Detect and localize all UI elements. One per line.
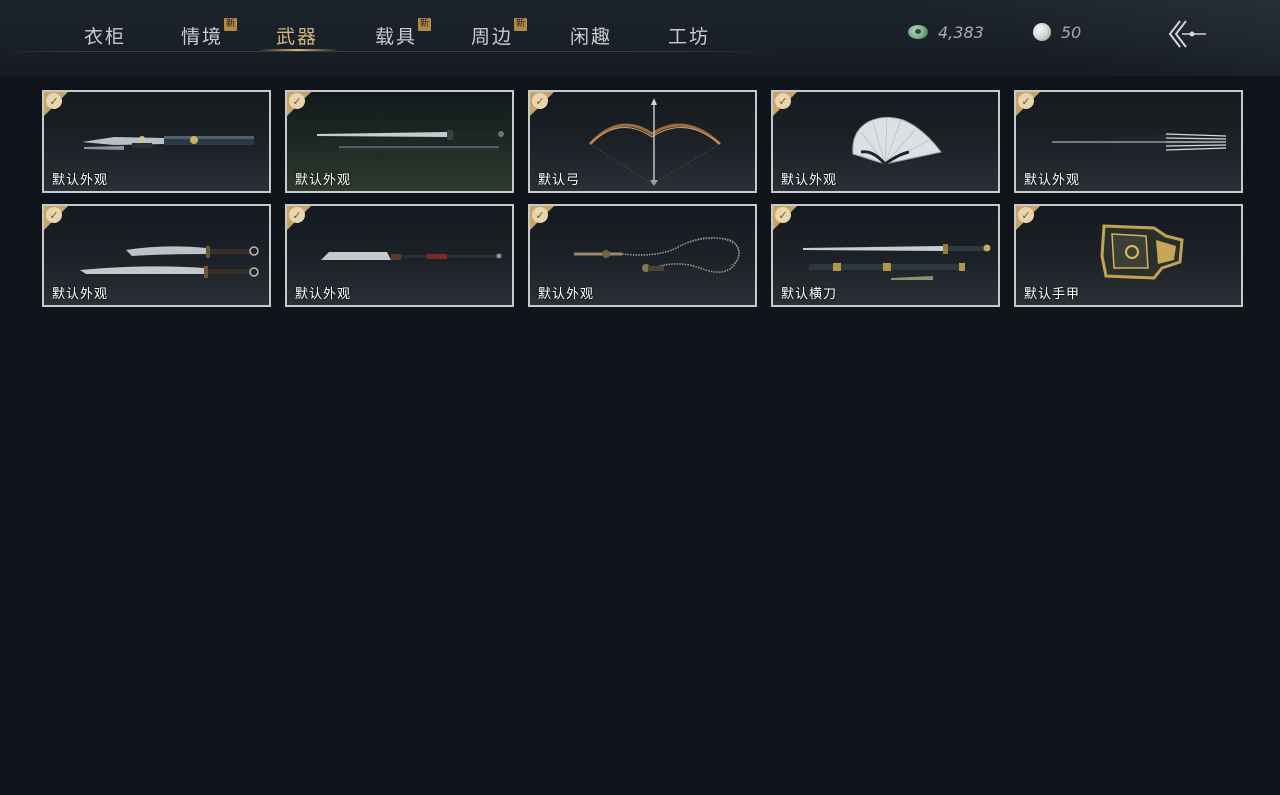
item-label: 默认弓 [538, 173, 581, 188]
tab-label: 闲趣 [570, 26, 613, 48]
item-label: 默认外观 [52, 287, 109, 302]
tab-label: 武器 [276, 26, 319, 48]
jade-coin-currency: 4,383 [908, 20, 984, 44]
tab-label: 工坊 [668, 26, 711, 48]
weapon-card[interactable]: ✓ 默认外观 [528, 204, 757, 307]
checkmark-icon: ✓ [46, 207, 62, 223]
weapon-card[interactable]: ✓ 默认横刀 [771, 204, 1000, 307]
new-badge: 新 [418, 18, 432, 31]
pearl-icon [1033, 23, 1051, 41]
weapon-grid: ✓ 默认外观 ✓ 默认外观 ✓ 默认弓 ✓ 默认外观 ✓ 默认外观 ✓ 默认外观… [42, 90, 1243, 307]
tab-divider [0, 51, 790, 52]
checkmark-icon: ✓ [775, 207, 791, 223]
weapon-card[interactable]: ✓ 默认弓 [528, 90, 757, 193]
tab-vehicles[interactable]: 载具 新 [375, 18, 432, 50]
tab-scenes[interactable]: 情境 新 [181, 18, 238, 50]
item-label: 默认外观 [295, 287, 352, 302]
back-arrow-icon [1168, 20, 1206, 48]
tab-label: 情境 [181, 26, 224, 48]
checkmark-icon: ✓ [289, 93, 305, 109]
weapon-card[interactable]: ✓ 默认外观 [285, 90, 514, 193]
item-label: 默认外观 [538, 287, 595, 302]
weapon-card[interactable]: ✓ 默认外观 [42, 90, 271, 193]
active-tab-underline [258, 49, 338, 51]
weapon-card[interactable]: ✓ 默认外观 [771, 90, 1000, 193]
checkmark-icon: ✓ [775, 93, 791, 109]
item-label: 默认外观 [1024, 173, 1081, 188]
tab-wardrobe[interactable]: 衣柜 [84, 22, 126, 50]
item-label: 默认外观 [295, 173, 352, 188]
item-label: 默认手甲 [1024, 287, 1081, 302]
checkmark-icon: ✓ [1018, 207, 1034, 223]
new-badge: 新 [514, 18, 528, 31]
tab-leisure[interactable]: 闲趣 [570, 22, 612, 50]
weapon-card[interactable]: ✓ 默认外观 [42, 204, 271, 307]
weapon-card[interactable]: ✓ 默认外观 [1014, 90, 1243, 193]
new-badge: 新 [224, 18, 238, 31]
tab-label: 周边 [471, 26, 514, 48]
tab-peripherals[interactable]: 周边 新 [471, 18, 528, 50]
item-label: 默认外观 [52, 173, 109, 188]
weapon-card[interactable]: ✓ 默认外观 [285, 204, 514, 307]
top-navigation-bar: 衣柜 情境 新 武器 载具 新 周边 新 闲趣 工坊 4,383 50 [0, 0, 1280, 76]
weapon-card[interactable]: ✓ 默认手甲 [1014, 204, 1243, 307]
tab-label: 衣柜 [84, 26, 127, 48]
tab-label: 载具 [375, 26, 418, 48]
jade-coin-icon [908, 25, 928, 39]
tab-weapons[interactable]: 武器 [276, 22, 318, 50]
item-label: 默认外观 [781, 173, 838, 188]
checkmark-icon: ✓ [1018, 93, 1034, 109]
tab-workshop[interactable]: 工坊 [668, 22, 710, 50]
back-button[interactable] [1164, 18, 1210, 52]
jade-coin-value: 4,383 [938, 22, 984, 42]
checkmark-icon: ✓ [46, 93, 62, 109]
checkmark-icon: ✓ [532, 93, 548, 109]
checkmark-icon: ✓ [532, 207, 548, 223]
checkmark-icon: ✓ [289, 207, 305, 223]
item-label: 默认横刀 [781, 287, 838, 302]
pearl-value: 50 [1061, 22, 1082, 42]
pearl-currency: 50 [1033, 20, 1081, 44]
